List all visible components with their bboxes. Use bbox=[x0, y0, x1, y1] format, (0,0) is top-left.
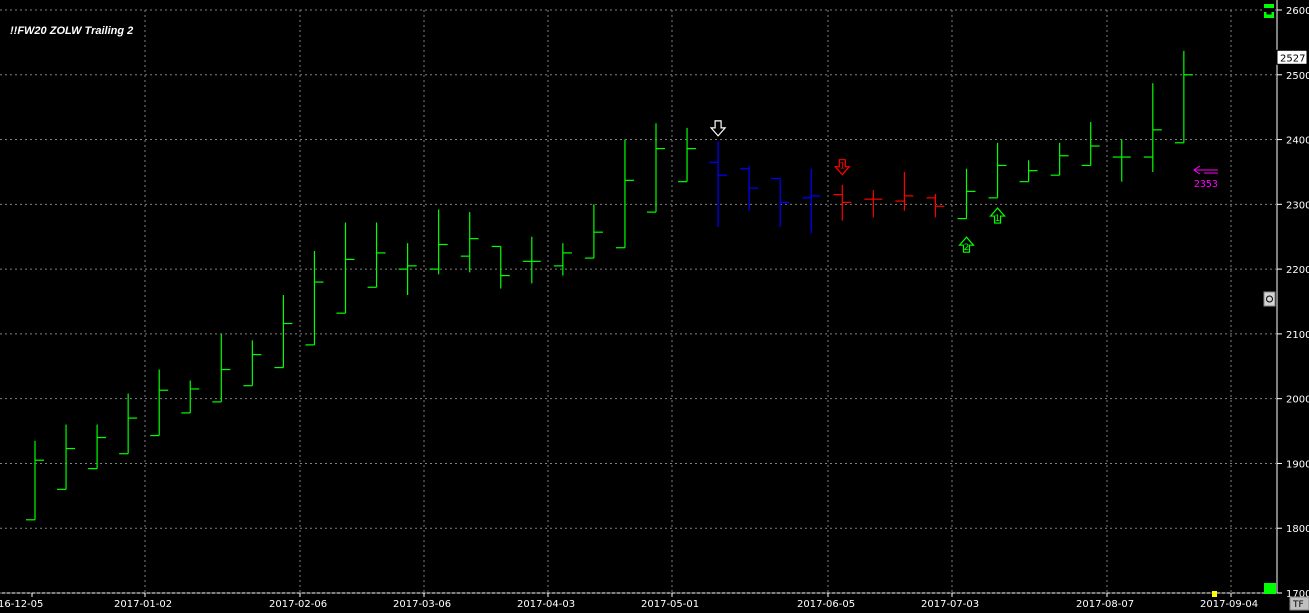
y-tick-label: 2100 bbox=[1286, 330, 1309, 341]
x-tick-label: 2017-07-03 bbox=[921, 599, 979, 610]
time-marker bbox=[1212, 591, 1217, 597]
x-tick-label: 2017-08-07 bbox=[1076, 599, 1134, 610]
bottom-scroll-handle[interactable] bbox=[1264, 583, 1276, 594]
top-scroll-handle-gap bbox=[1264, 8, 1274, 12]
last-price-label: 2527 bbox=[1280, 53, 1305, 64]
x-tick-label: 2017-01-02 bbox=[114, 599, 172, 610]
y-tick-label: 2000 bbox=[1286, 395, 1309, 406]
trailing-value-label: 2353 bbox=[1194, 179, 1218, 190]
x-tick-label: 16-12-05 bbox=[0, 599, 43, 610]
y-tick-label: 2300 bbox=[1286, 200, 1309, 211]
y-tick-label: 2500 bbox=[1286, 71, 1309, 82]
y-tick-label: 1900 bbox=[1286, 459, 1309, 470]
y-tick-label: 2600 bbox=[1286, 6, 1309, 17]
scale-handle[interactable] bbox=[1263, 291, 1276, 307]
x-tick-label: 2017-09-04 bbox=[1200, 599, 1258, 610]
chart-background bbox=[0, 0, 1309, 613]
x-tick-label: 2017-03-06 bbox=[393, 599, 451, 610]
price-chart[interactable]: 1700180019002000210022002300240025002600… bbox=[0, 0, 1309, 613]
y-tick-label: 1800 bbox=[1286, 524, 1309, 535]
tf-button-label: TF bbox=[1292, 600, 1304, 610]
y-tick-label: 2400 bbox=[1286, 136, 1309, 147]
y-tick-label: 2200 bbox=[1286, 265, 1309, 276]
x-tick-label: 2017-05-01 bbox=[641, 599, 699, 610]
signal-label: 2 bbox=[964, 243, 970, 253]
x-tick-label: 2017-04-03 bbox=[517, 599, 575, 610]
chart-title: !!FW20 ZOLW Trailing 2 bbox=[10, 25, 133, 37]
signal-label: 1 bbox=[839, 162, 845, 172]
x-tick-label: 2017-06-05 bbox=[797, 599, 855, 610]
chart-window: 1700 1800 1900 2000 2100 2200 2300 2400 2500 2600… bbox=[0, 0, 1309, 613]
signal-label: 1 bbox=[995, 214, 1001, 224]
x-tick-label: 2017-02-06 bbox=[269, 599, 327, 610]
